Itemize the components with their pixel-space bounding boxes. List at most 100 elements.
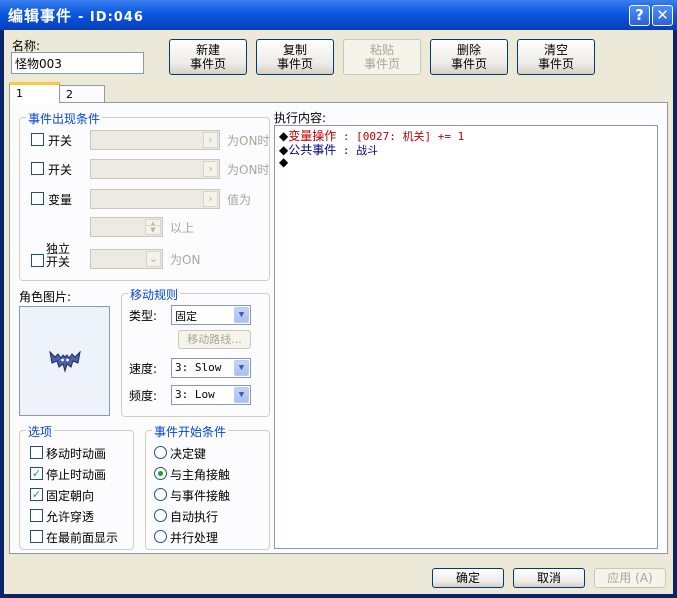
window-title: 编辑事件 - ID:046 [8,5,144,26]
command-bullet: ◆ [279,155,289,169]
copy-page-line2: 事件页 [276,57,313,71]
chevron-right-icon: › [203,132,218,148]
trigger-group: 事件开始条件 决定键 与主角接触 与事件接触 自动执行 并行处理 [145,423,270,550]
paste-page-line1: 粘贴 [369,43,394,57]
event-id: - ID:046 [78,10,144,25]
option-checkbox[interactable]: ✓ [30,488,43,501]
variable-value-spinner[interactable]: ▲ ▼ [90,217,163,237]
option-label: 移动时动画 [46,447,107,461]
options-group: 选项 移动时动画 ✓ 停止时动画 ✓ 固定朝向 允许穿透 在最前面显示 [19,423,134,550]
paste-page-line2: 事件页 [363,57,400,71]
clear-page-line2: 事件页 [537,57,574,71]
new-page-button[interactable]: 新建 事件页 [169,39,247,75]
command-line[interactable]: ◆ [279,155,288,169]
speed-value: 3: Slow [175,361,222,374]
new-page-line2: 事件页 [189,57,226,71]
variable-suffix: 值为 [227,193,252,207]
clear-page-button[interactable]: 清空 事件页 [517,39,595,75]
conditions-title: 事件出现条件 [26,110,103,127]
delete-page-button[interactable]: 删除 事件页 [430,39,508,75]
graphic-label: 角色图片: [19,290,72,304]
option-label: 在最前面显示 [46,531,119,545]
variable-label: 变量 [48,193,73,207]
edit-event-window: 编辑事件 - ID:046 ? ✕ 名称: 怪物003 新建 事件页 复制 事件页 粘… [0,0,677,598]
chevron-right-icon: › [203,161,218,177]
trigger-label: 决定键 [170,447,207,461]
move-type-label: 类型: [129,309,158,323]
command-detail: 战斗 [356,144,379,157]
switch1-checkbox[interactable] [31,133,44,146]
name-input[interactable]: 怪物003 [11,52,144,74]
frequency-select[interactable]: 3: Low ▼ [171,385,251,405]
switch2-checkbox[interactable] [31,162,44,175]
option-checkbox[interactable] [30,509,43,522]
trigger-label: 自动执行 [170,510,219,524]
switch2-suffix: 为ON时 [227,163,270,177]
move-route-button[interactable]: 移动路线... [178,330,251,349]
delete-page-line1: 删除 [456,43,481,57]
switch2-select[interactable]: › [90,159,220,179]
self-switch-label: 独立 开关 [46,243,70,269]
switch1-select[interactable]: › [90,130,220,150]
self-switch-select[interactable]: ⌄ [90,249,163,269]
switch1-label: 开关 [48,134,73,148]
self-switch-line2: 开关 [46,255,71,269]
trigger-title: 事件开始条件 [152,423,229,440]
chevron-right-icon: › [203,191,218,207]
cancel-button[interactable]: 取消 [513,568,585,588]
option-label: 固定朝向 [46,489,95,503]
chevron-down-icon: ⌄ [146,251,161,267]
option-checkbox[interactable]: ✓ [30,467,43,480]
switch1-suffix: 为ON时 [227,134,270,148]
apply-button[interactable]: 应用 (A) [594,568,666,588]
clear-page-line1: 清空 [543,43,568,57]
command-line[interactable]: ◆公共事件 : 战斗 [279,141,378,158]
ok-button[interactable]: 确定 [432,568,504,588]
variable-checkbox[interactable] [31,192,44,205]
options-title: 选项 [26,423,55,440]
speed-label: 速度: [129,362,158,376]
variable-select[interactable]: › [90,189,220,209]
copy-page-button[interactable]: 复制 事件页 [256,39,334,75]
move-type-select[interactable]: 固定 ▼ [171,305,251,325]
chevron-down-icon: ▼ [234,387,249,403]
movement-group: 移动规则 类型: 固定 ▼ 移动路线... 速度: 3: Slow ▼ 频度: … [121,286,270,417]
bat-monster-icon [49,350,81,373]
frequency-value: 3: Low [175,388,215,401]
title-bar: 编辑事件 - ID:046 ? ✕ [0,0,677,30]
conditions-group: 事件出现条件 开关 › 为ON时 开关 › 为ON时 变量 › 值为 ▲ ▼ 以… [19,110,270,281]
trigger-radio[interactable] [154,467,167,480]
switch2-label: 开关 [48,163,73,177]
tab-panel: 事件出现条件 开关 › 为ON时 开关 › 为ON时 变量 › 值为 ▲ ▼ 以… [9,102,668,554]
speed-select[interactable]: 3: Slow ▼ [171,358,251,378]
title-label: 编辑事件 [8,7,73,25]
commands-label: 执行内容: [274,111,327,125]
option-label: 允许穿透 [46,510,95,524]
move-type-value: 固定 [175,310,197,323]
copy-page-line1: 复制 [282,43,307,57]
spin-down-icon[interactable]: ▼ [145,225,161,235]
trigger-radio[interactable] [154,509,167,522]
command-list[interactable]: ◆变量操作 : [0027: 机关] += 1 ◆公共事件 : 战斗 ◆ [274,125,658,549]
trigger-radio[interactable] [154,446,167,459]
tab-page-2[interactable]: 2 [59,85,105,103]
trigger-radio[interactable] [154,530,167,543]
command-separator: : [336,144,357,157]
self-switch-checkbox[interactable] [31,254,44,267]
option-checkbox[interactable] [30,446,43,459]
dialog-client: 名称: 怪物003 新建 事件页 复制 事件页 粘贴 事件页 删除 事件页 清空 事件页 … [4,30,673,594]
tab-page-1[interactable]: 1 [9,82,60,103]
self-switch-suffix: 为ON [170,253,201,267]
trigger-label: 与事件接触 [170,489,231,503]
graphic-preview[interactable] [19,306,110,416]
frequency-label: 频度: [129,389,158,403]
command-name: 公共事件 [288,143,337,157]
variable-compare: 以上 [170,221,195,235]
trigger-radio[interactable] [154,488,167,501]
help-button[interactable]: ? [629,5,650,26]
option-label: 停止时动画 [46,468,107,482]
trigger-label: 与主角接触 [170,468,231,482]
option-checkbox[interactable] [30,530,43,543]
close-button[interactable]: ✕ [652,5,673,26]
paste-page-button[interactable]: 粘贴 事件页 [343,39,421,75]
